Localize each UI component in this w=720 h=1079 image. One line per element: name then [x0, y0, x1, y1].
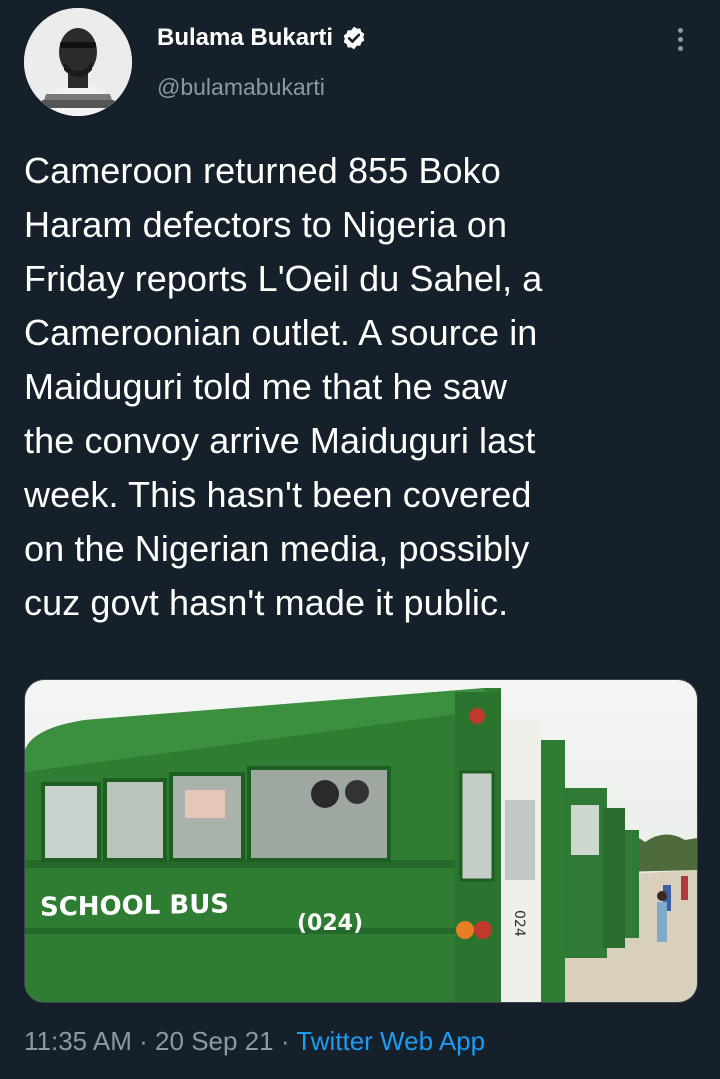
verified-badge-icon	[341, 25, 367, 51]
meta-separator: ·	[131, 1026, 156, 1056]
bus-photo: SCHOOL BUS (024) 024	[25, 680, 697, 1002]
tweet-text: Cameroon returned 855 Boko Haram defecto…	[24, 150, 543, 623]
bus-label-text: SCHOOL BUS	[40, 889, 229, 922]
avatar[interactable]	[24, 8, 132, 116]
meta-separator-2: ·	[273, 1026, 297, 1056]
display-name[interactable]: Bulama Bukarti	[157, 24, 333, 52]
tweet-meta: 11:35 AM · 20 Sep 21 · Twitter Web App	[24, 1026, 485, 1057]
tweet-date[interactable]: 20 Sep 21	[155, 1026, 274, 1056]
bus-number-text: (024)	[297, 911, 363, 936]
tweet-time[interactable]: 11:35 AM	[24, 1026, 132, 1056]
author-name-row[interactable]: Bulama Bukarti	[157, 24, 367, 52]
author-handle[interactable]: @bulamabukarti	[157, 74, 325, 101]
avatar-image	[24, 8, 132, 116]
tweet-source-link[interactable]: Twitter Web App	[296, 1026, 485, 1056]
tweet-media-image[interactable]: SCHOOL BUS (024) 024	[24, 679, 698, 1003]
bus-rear-number-text: 024	[511, 910, 527, 937]
more-vertical-icon[interactable]	[668, 24, 692, 56]
tweet-header: Bulama Bukarti @bulamabukarti	[0, 0, 720, 130]
